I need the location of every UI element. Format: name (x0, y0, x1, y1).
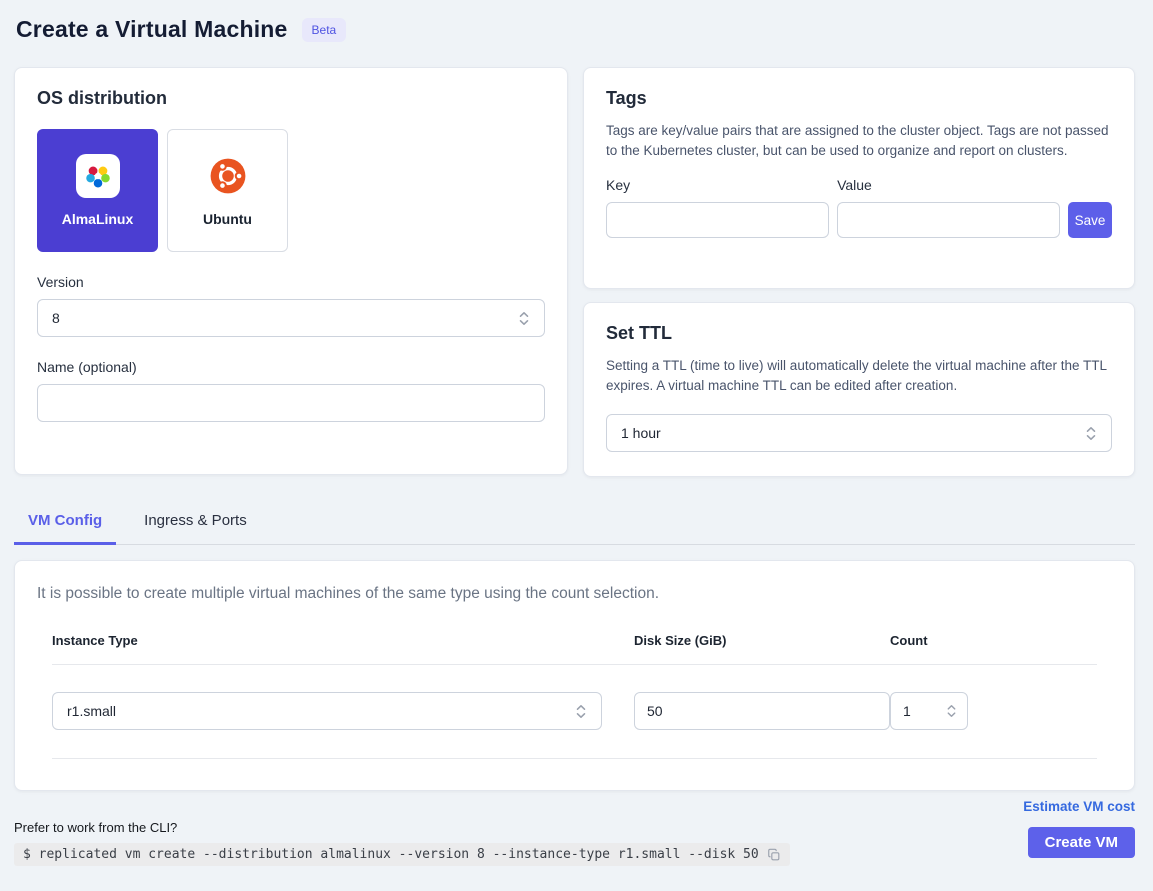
ubuntu-logo-icon (206, 154, 250, 198)
create-vm-button[interactable]: Create VM (1028, 827, 1135, 858)
page-header: Create a Virtual Machine Beta (16, 16, 1135, 43)
tags-description: Tags are key/value pairs that are assign… (606, 121, 1112, 161)
tags-card-title: Tags (606, 88, 1112, 109)
column-header-count: Count (890, 633, 1097, 648)
cli-command: $ replicated vm create --distribution al… (14, 843, 790, 866)
page-footer: Prefer to work from the CLI? $ replicate… (14, 799, 1135, 866)
vm-config-table: Instance Type Disk Size (GiB) Count r1.s… (37, 633, 1112, 759)
beta-badge: Beta (302, 18, 347, 42)
key-input[interactable] (606, 202, 829, 238)
table-row: r1.small 1 (52, 665, 1097, 759)
save-button[interactable]: Save (1068, 202, 1112, 238)
almalinux-logo-icon (76, 154, 120, 198)
count-value: 1 (903, 703, 911, 719)
footer-actions: Estimate VM cost Create VM (1023, 799, 1135, 858)
column-header-disk-size: Disk Size (GiB) (634, 633, 890, 648)
cli-block: Prefer to work from the CLI? $ replicate… (14, 820, 790, 866)
chevron-updown-icon (1085, 426, 1097, 441)
chevron-updown-icon (946, 704, 957, 718)
key-field-group: Key (606, 177, 829, 238)
count-stepper[interactable]: 1 (890, 692, 968, 730)
tabs-bar: VM Config Ingress & Ports (14, 501, 1135, 545)
name-input[interactable] (37, 384, 545, 422)
instance-type-value: r1.small (67, 703, 116, 719)
os-card-title: OS distribution (37, 88, 545, 109)
version-label: Version (37, 274, 545, 290)
copy-icon[interactable] (767, 848, 781, 862)
chevron-updown-icon (518, 311, 530, 326)
ttl-select[interactable]: 1 hour (606, 414, 1112, 452)
version-select-value: 8 (52, 310, 60, 326)
value-input[interactable] (837, 202, 1060, 238)
os-options: AlmaLinux Ubuntu (37, 129, 545, 252)
key-label: Key (606, 177, 829, 193)
instance-type-select[interactable]: r1.small (52, 692, 602, 730)
chevron-updown-icon (575, 704, 587, 719)
os-option-ubuntu[interactable]: Ubuntu (167, 129, 288, 252)
ttl-select-value: 1 hour (621, 425, 661, 441)
ttl-description: Setting a TTL (time to live) will automa… (606, 356, 1112, 396)
estimate-vm-cost-link[interactable]: Estimate VM cost (1023, 799, 1135, 814)
top-cards: OS distribution AlmaLinux (14, 67, 1135, 477)
value-label: Value (837, 177, 1060, 193)
value-field-group: Value (837, 177, 1060, 238)
tags-card: Tags Tags are key/value pairs that are a… (583, 67, 1135, 289)
os-distribution-card: OS distribution AlmaLinux (14, 67, 568, 475)
create-vm-page: Create a Virtual Machine Beta OS distrib… (0, 0, 1153, 866)
ttl-card-title: Set TTL (606, 323, 1112, 344)
os-option-label: Ubuntu (203, 211, 252, 227)
set-ttl-card: Set TTL Setting a TTL (time to live) wil… (583, 302, 1135, 477)
cli-command-text: $ replicated vm create --distribution al… (23, 847, 759, 862)
tab-vm-config[interactable]: VM Config (14, 501, 116, 545)
cli-prompt: Prefer to work from the CLI? (14, 820, 790, 835)
os-option-label: AlmaLinux (62, 211, 134, 227)
version-select[interactable]: 8 (37, 299, 545, 337)
disk-size-input[interactable] (634, 692, 890, 730)
vm-config-note: It is possible to create multiple virtua… (37, 585, 1112, 603)
tab-ingress-ports[interactable]: Ingress & Ports (130, 501, 261, 545)
page-title: Create a Virtual Machine (16, 16, 288, 43)
os-option-almalinux[interactable]: AlmaLinux (37, 129, 158, 252)
name-label: Name (optional) (37, 359, 545, 375)
vm-config-card: It is possible to create multiple virtua… (14, 560, 1135, 791)
table-header-row: Instance Type Disk Size (GiB) Count (52, 633, 1097, 665)
right-column: Tags Tags are key/value pairs that are a… (583, 67, 1135, 477)
column-header-instance-type: Instance Type (52, 633, 634, 648)
tags-form-row: Key Value Save (606, 177, 1112, 238)
